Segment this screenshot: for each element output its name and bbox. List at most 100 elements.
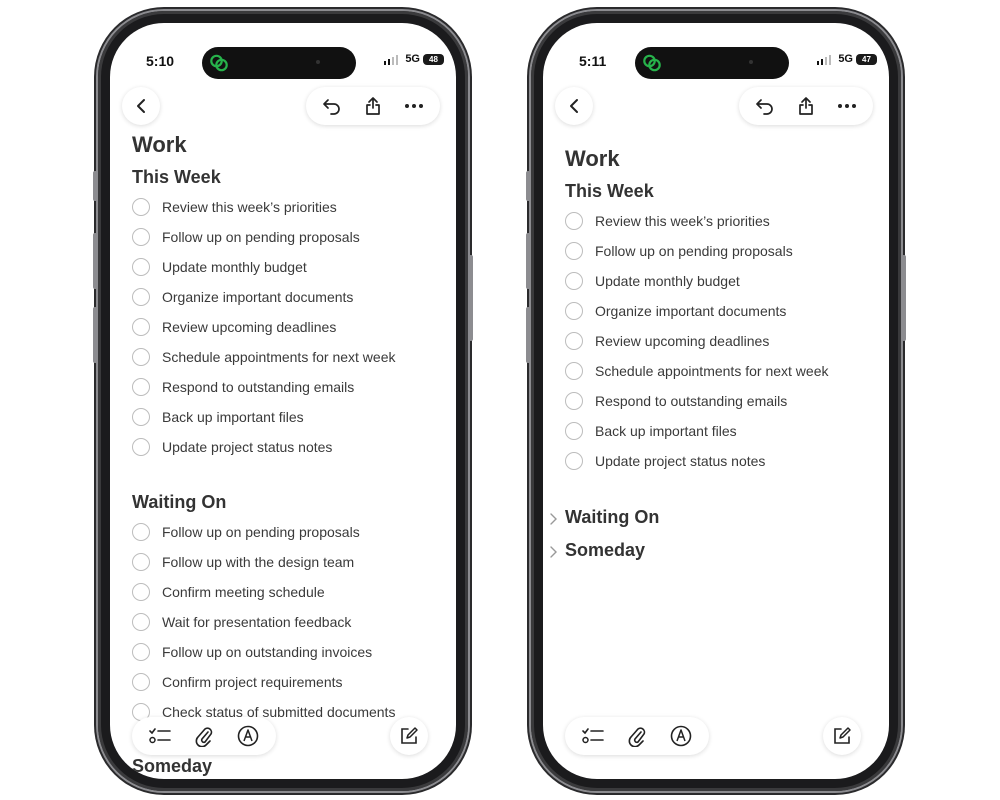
checklist-item-text: Confirm project requirements xyxy=(162,674,343,690)
checkbox[interactable] xyxy=(565,362,583,380)
checklist-item[interactable]: Review this week’s priorities xyxy=(132,192,442,222)
checklist-item-text: Review upcoming deadlines xyxy=(595,333,770,349)
checkbox[interactable] xyxy=(132,553,150,571)
checklist-item-text: Respond to outstanding emails xyxy=(162,379,355,395)
action-button xyxy=(93,171,98,201)
checklist-item[interactable]: Update monthly budget xyxy=(565,266,875,296)
note-body[interactable]: Work This Week Review this week’s priori… xyxy=(550,142,875,567)
checklist-item[interactable]: Review this week’s priorities xyxy=(565,206,875,236)
checkbox[interactable] xyxy=(565,452,583,470)
checkbox[interactable] xyxy=(132,643,150,661)
undo-icon xyxy=(323,99,341,115)
note-title[interactable]: Work xyxy=(565,142,875,176)
checklist-item[interactable]: Follow up on pending proposals xyxy=(132,222,442,252)
checkbox[interactable] xyxy=(132,673,150,691)
checkbox[interactable] xyxy=(565,302,583,320)
undo-icon xyxy=(756,99,774,115)
checkbox[interactable] xyxy=(565,272,583,290)
checkbox[interactable] xyxy=(132,228,150,246)
checkbox[interactable] xyxy=(132,288,150,306)
checkbox[interactable] xyxy=(132,318,150,336)
attach-button[interactable] xyxy=(621,720,653,752)
checklist-item[interactable]: Update project status notes xyxy=(132,432,442,462)
action-button xyxy=(526,171,531,201)
checklist-item[interactable]: Confirm meeting schedule xyxy=(132,577,442,607)
checkbox[interactable] xyxy=(132,198,150,216)
checklist-button[interactable] xyxy=(577,720,609,752)
note-body[interactable]: Work This Week Review this week’s priori… xyxy=(132,128,442,779)
bottom-toolbar xyxy=(132,717,276,755)
checkbox[interactable] xyxy=(565,242,583,260)
checklist-item-text: Wait for presentation feedback xyxy=(162,614,352,630)
checkbox[interactable] xyxy=(132,613,150,631)
more-button[interactable] xyxy=(831,90,863,122)
checklist-item[interactable]: Follow up on outstanding invoices xyxy=(132,637,442,667)
screen: 5:10 5G 48 Work This Week Review this we… xyxy=(110,23,456,779)
section-heading[interactable]: Waiting On xyxy=(132,487,442,517)
checklist-item-text: Review this week’s priorities xyxy=(595,213,770,229)
linked-rings-icon xyxy=(210,54,228,72)
checklist-item[interactable]: Schedule appointments for next week xyxy=(565,356,875,386)
checkbox[interactable] xyxy=(132,583,150,601)
back-button[interactable] xyxy=(555,87,593,125)
checklist-item-text: Follow up on pending proposals xyxy=(162,524,360,540)
share-button[interactable] xyxy=(790,90,822,122)
section-heading[interactable]: This Week xyxy=(565,176,875,206)
share-button[interactable] xyxy=(357,90,389,122)
markup-button[interactable] xyxy=(232,720,264,752)
collapsed-section-someday[interactable]: Someday xyxy=(550,534,875,567)
attach-button[interactable] xyxy=(188,720,220,752)
checkbox[interactable] xyxy=(565,392,583,410)
back-button[interactable] xyxy=(122,87,160,125)
markup-pen-icon xyxy=(237,725,259,747)
checklist-item[interactable]: Schedule appointments for next week xyxy=(132,342,442,372)
section-heading[interactable]: Someday xyxy=(132,751,442,779)
section-heading[interactable]: This Week xyxy=(132,162,442,192)
battery-indicator: 47 xyxy=(856,54,877,65)
compose-button[interactable] xyxy=(823,717,861,755)
checkbox[interactable] xyxy=(132,378,150,396)
checklist-item[interactable]: Respond to outstanding emails xyxy=(132,372,442,402)
more-button[interactable] xyxy=(398,90,430,122)
collapsed-section-label: Someday xyxy=(565,540,646,560)
checklist-item[interactable]: Respond to outstanding emails xyxy=(565,386,875,416)
checkbox[interactable] xyxy=(132,408,150,426)
checkbox[interactable] xyxy=(132,523,150,541)
checklist-item[interactable]: Wait for presentation feedback xyxy=(132,607,442,637)
markup-button[interactable] xyxy=(665,720,697,752)
checklist-item[interactable]: Follow up on pending proposals xyxy=(132,517,442,547)
more-icon xyxy=(404,104,423,108)
phone-left: 5:10 5G 48 Work This Week Review this we… xyxy=(93,11,473,791)
checklist-button[interactable] xyxy=(144,720,176,752)
checkbox[interactable] xyxy=(132,258,150,276)
checklist-item[interactable]: Organize important documents xyxy=(132,282,442,312)
checklist-item[interactable]: Back up important files xyxy=(132,402,442,432)
paperclip-icon xyxy=(195,727,213,747)
checklist-item[interactable]: Review upcoming deadlines xyxy=(132,312,442,342)
checkbox[interactable] xyxy=(565,332,583,350)
checklist-item[interactable]: Follow up on pending proposals xyxy=(565,236,875,266)
undo-button[interactable] xyxy=(749,90,781,122)
compose-icon xyxy=(834,727,851,744)
volume-down-button xyxy=(526,307,531,363)
checklist-item-text: Follow up with the design team xyxy=(162,554,355,570)
checklist-item[interactable]: Update project status notes xyxy=(565,446,875,476)
toolbar-actions xyxy=(306,87,440,125)
compose-button[interactable] xyxy=(390,717,428,755)
undo-button[interactable] xyxy=(316,90,348,122)
checkbox[interactable] xyxy=(132,348,150,366)
status-time: 5:10 xyxy=(146,53,175,69)
checklist-item[interactable]: Organize important documents xyxy=(565,296,875,326)
note-title[interactable]: Work xyxy=(132,128,442,162)
share-icon xyxy=(366,97,380,115)
checklist-item[interactable]: Back up important files xyxy=(565,416,875,446)
checklist-item[interactable]: Confirm project requirements xyxy=(132,667,442,697)
checklist-item[interactable]: Review upcoming deadlines xyxy=(565,326,875,356)
checklist-item[interactable]: Follow up with the design team xyxy=(132,547,442,577)
checklist-item[interactable]: Update monthly budget xyxy=(132,252,442,282)
checkbox[interactable] xyxy=(565,422,583,440)
checkbox[interactable] xyxy=(565,212,583,230)
checkbox[interactable] xyxy=(132,438,150,456)
checklist-item-text: Update monthly budget xyxy=(162,259,307,275)
collapsed-section-waiting-on[interactable]: Waiting On xyxy=(550,501,875,534)
